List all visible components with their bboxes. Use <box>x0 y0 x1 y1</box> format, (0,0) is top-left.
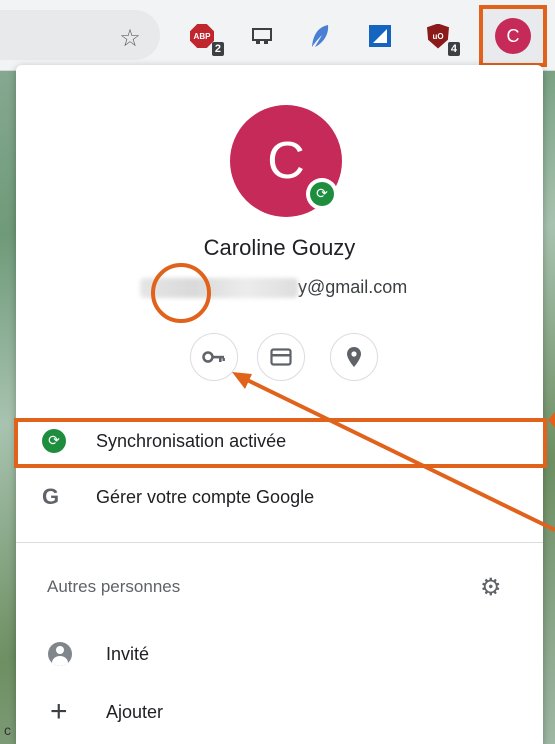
other-people-heading: Autres personnes <box>47 577 181 596</box>
manage-google-account-item[interactable]: G Gérer votre compte Google <box>16 470 543 524</box>
passwords-button[interactable] <box>190 333 238 381</box>
ublock-button[interactable]: uO 4 <box>424 22 460 56</box>
adblock-badge: 2 <box>211 42 224 56</box>
payment-methods-button[interactable] <box>257 333 305 381</box>
ublock-badge: 4 <box>447 42 460 56</box>
google-icon: G <box>42 484 60 509</box>
add-label: Ajouter <box>106 701 164 722</box>
cast-icon <box>252 28 272 44</box>
key-icon <box>202 351 225 363</box>
adblock-plus-button[interactable]: ABP 2 <box>188 22 224 56</box>
feather-icon <box>312 25 329 47</box>
sync-icon: ⟳ <box>310 182 334 206</box>
gear-icon[interactable]: ⚙ <box>480 573 502 601</box>
manage-account-label: Gérer votre compte Google <box>96 486 315 507</box>
square-extension-button[interactable] <box>366 22 394 50</box>
profile-avatar-button[interactable]: C <box>495 18 531 54</box>
location-pin-icon <box>347 347 361 367</box>
guest-label: Invité <box>106 643 150 664</box>
cast-button[interactable] <box>248 22 276 50</box>
guest-profile-item[interactable]: Invité <box>16 627 543 681</box>
square-extension-icon <box>369 25 391 47</box>
addresses-button[interactable] <box>330 333 378 381</box>
add-profile-item[interactable]: + Ajouter <box>16 685 543 739</box>
profile-menu: C ⟳ Caroline Gouzy y@gmail.com ⟳ Synchro… <box>16 65 543 744</box>
sync-menu-item[interactable]: ⟳ Synchronisation activée <box>16 414 543 468</box>
bookmark-star-icon[interactable]: ☆ <box>116 24 144 52</box>
background-text: c <box>4 722 11 738</box>
sync-badge: ⟳ <box>306 178 338 210</box>
profile-name: Caroline Gouzy <box>203 235 356 260</box>
browser-toolbar: ☆ ABP 2 uO 4 C <box>0 0 555 71</box>
email-domain: y@gmail.com <box>298 277 408 297</box>
key-button-highlight-circle <box>151 263 211 323</box>
card-icon <box>270 348 292 366</box>
sync-status-icon: ⟳ <box>42 429 66 453</box>
sync-label: Synchronisation activée <box>96 430 287 451</box>
feather-extension-button[interactable] <box>306 22 334 50</box>
adblock-plus-icon: ABP <box>190 24 214 48</box>
guest-avatar-icon <box>48 642 72 666</box>
menu-divider <box>16 542 543 543</box>
profile-button-highlight: C <box>479 5 547 67</box>
plus-icon: + <box>50 695 68 728</box>
ublock-icon: uO <box>427 23 449 49</box>
